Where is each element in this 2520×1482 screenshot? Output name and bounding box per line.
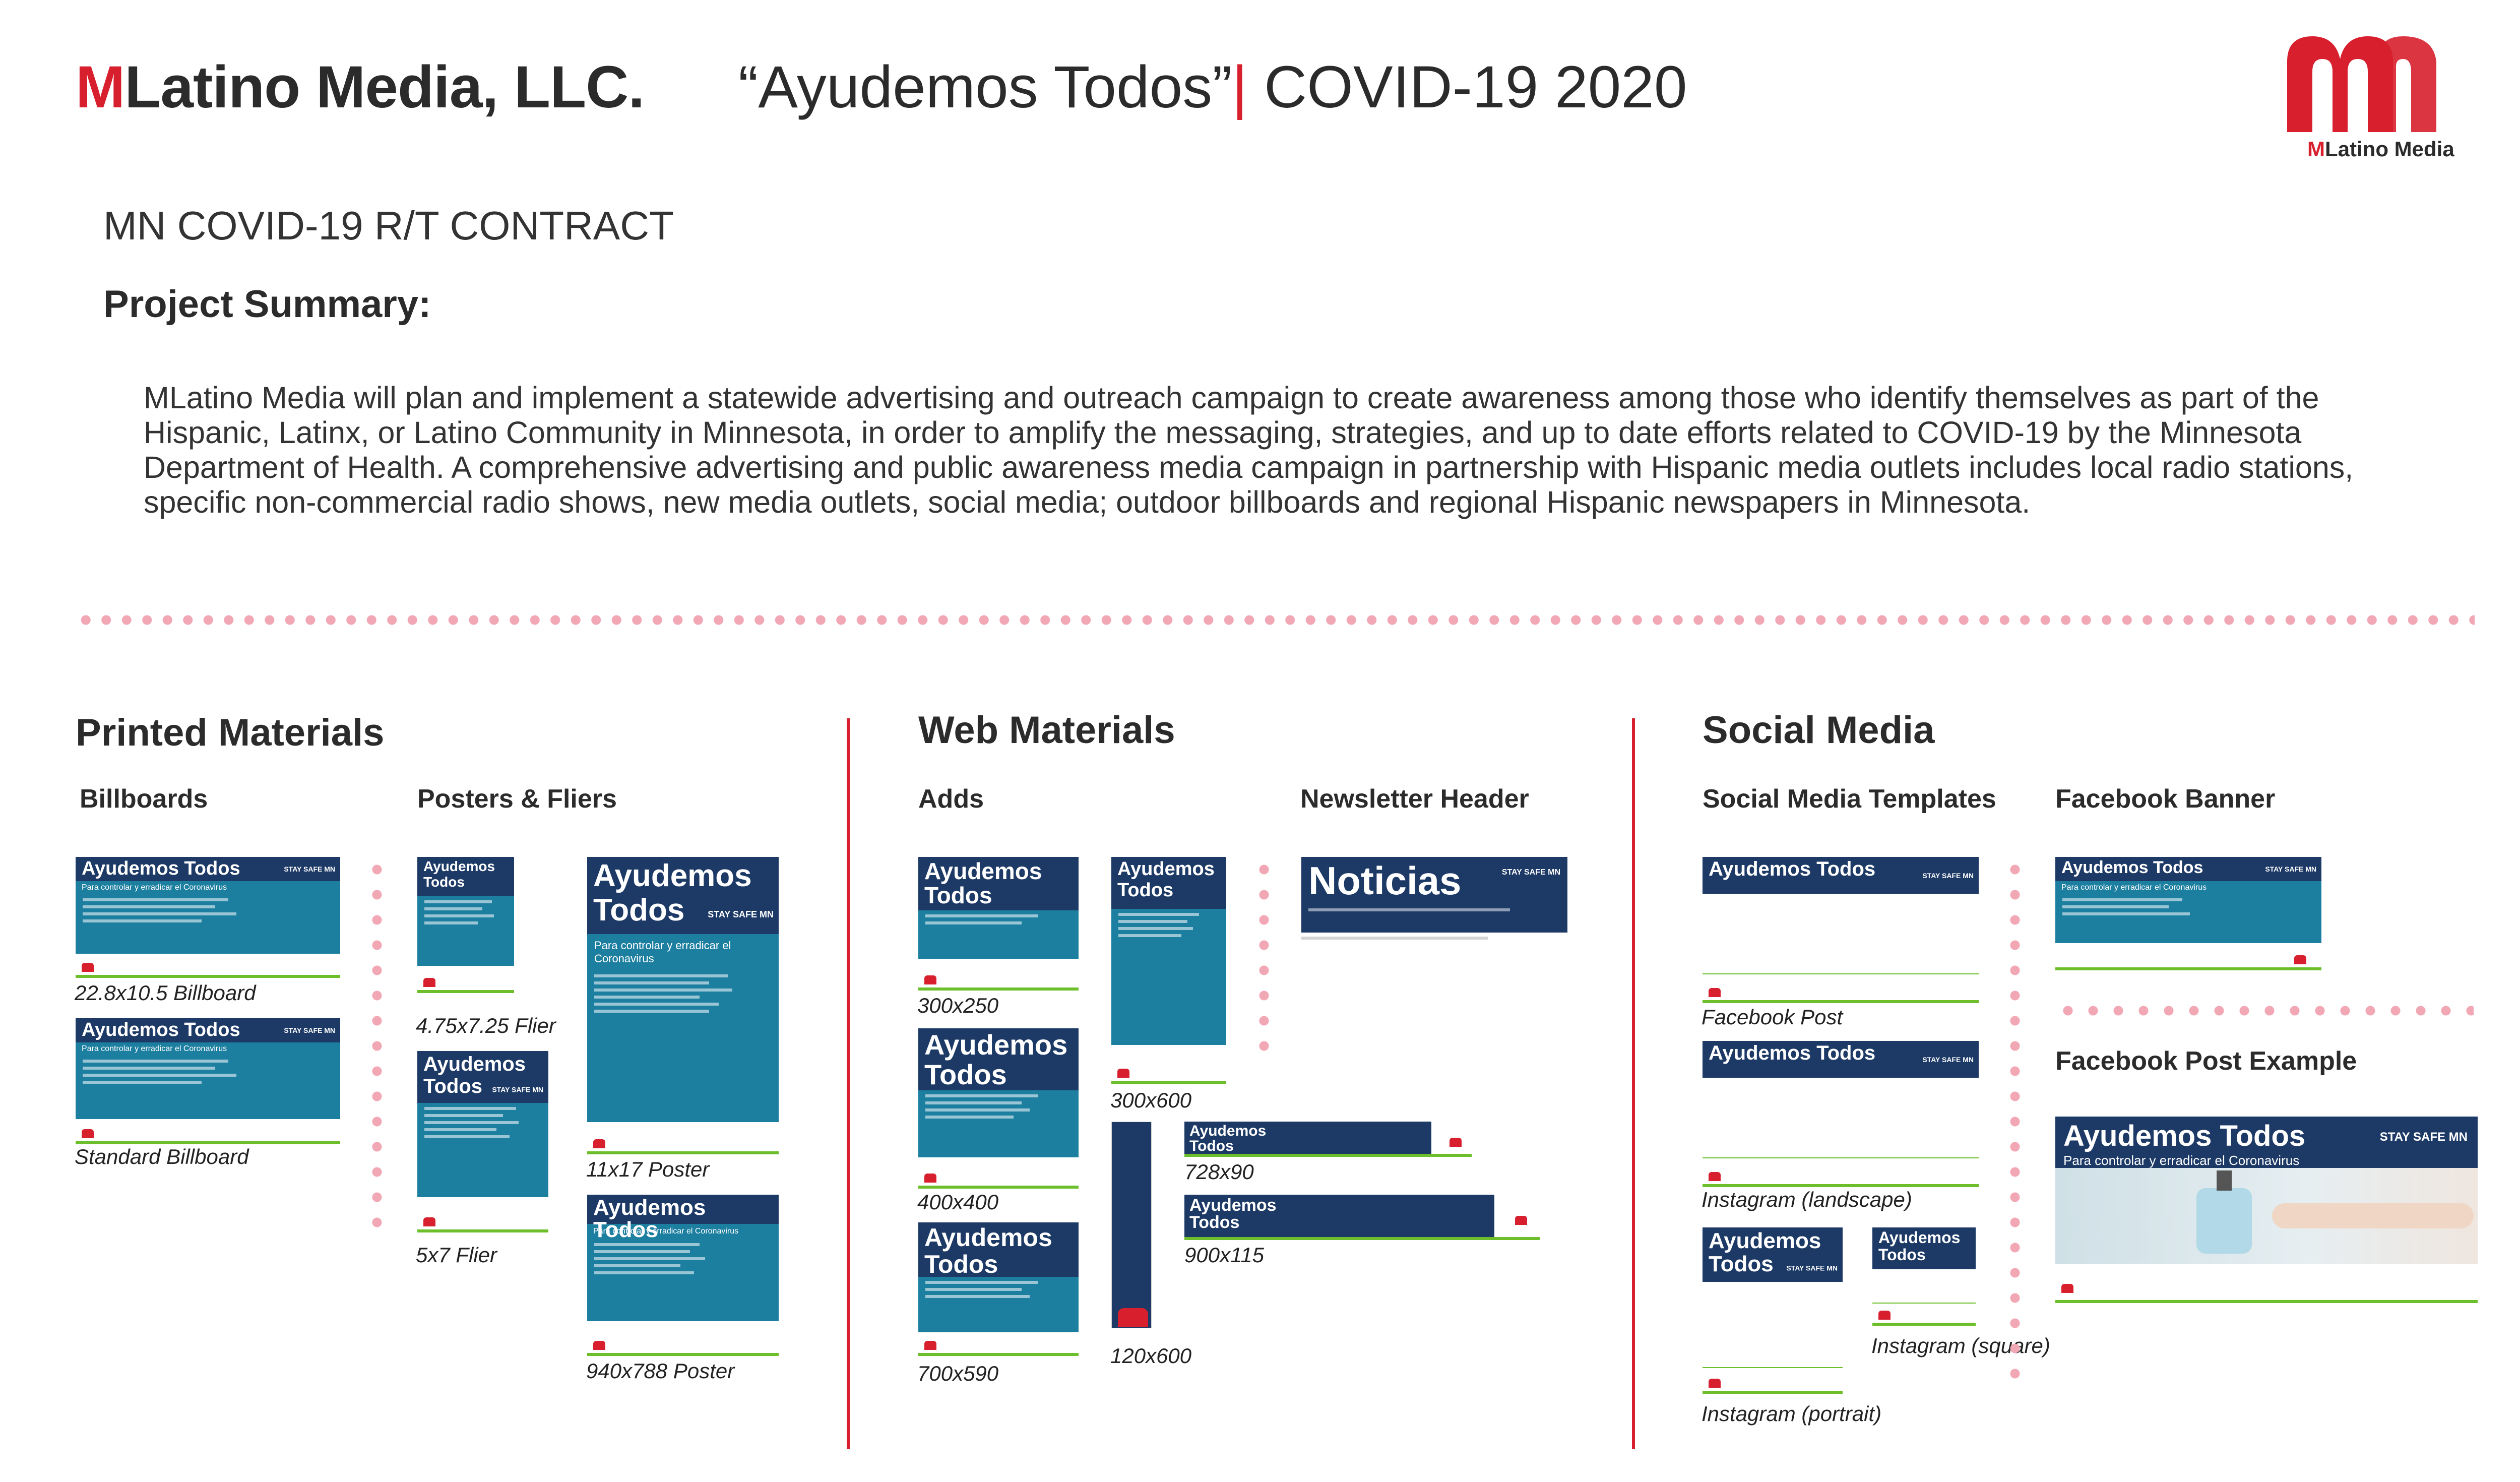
newsletter-header-thumb: Noticias STAY SAFE MN: [1301, 857, 1567, 953]
billboards-heading: Billboards: [80, 784, 208, 814]
sanitizer-bottle-icon: [2196, 1188, 2252, 1254]
caption-facebook-post: Facebook Post: [1702, 1005, 1843, 1029]
web-heading: Web Materials: [918, 709, 1175, 752]
ad-400x400-thumb: Ayudemos Todos: [918, 1028, 1079, 1189]
poster-940x788-thumb: Ayudemos Todos Para controlar y erradica…: [587, 1195, 779, 1356]
newsletter-title: Noticias: [1308, 858, 1462, 903]
flier-5x7-thumb: Ayudemos Todos STAY SAFE MN: [417, 1051, 548, 1232]
ad-728x90-thumb: Ayudemos Todos: [1184, 1122, 1472, 1157]
billboard-standard-thumb: Ayudemos Todos STAY SAFE MN Para controla…: [76, 1018, 340, 1144]
adds-heading: Adds: [918, 784, 984, 814]
hand-icon: [2272, 1203, 2474, 1228]
facebook-banner-thumb: Ayudemos Todos STAY SAFE MN Para controla…: [2055, 857, 2321, 970]
section-divider-dots: [76, 615, 2475, 625]
flier-475x725-thumb: Ayudemos Todos: [417, 857, 514, 993]
ad-900x115-thumb: Ayudemos Todos: [1184, 1195, 1540, 1240]
summary-body: MLatino Media will plan and implement a …: [144, 381, 2354, 519]
social-templates-heading: Social Media Templates: [1703, 784, 1996, 814]
social-heading: Social Media: [1703, 709, 1935, 752]
divider-red-2: [1632, 718, 1635, 1449]
caption-120x600: 120x600: [1110, 1344, 1192, 1368]
caption-flier-475: 4.75x7.25 Flier: [416, 1014, 556, 1037]
ad-700x590-thumb: Ayudemos Todos: [918, 1222, 1079, 1356]
printed-heading: Printed Materials: [76, 711, 385, 754]
skyscraper-logo-icon: [1118, 1308, 1148, 1327]
caption-400x400: 400x400: [917, 1190, 999, 1214]
caption-billboard-standard: Standard Billboard: [75, 1145, 249, 1168]
mlatino-logo-icon: [2287, 36, 2436, 132]
brand-title: MLatino Media, LLC.: [76, 54, 645, 120]
instagram-square-thumb: Ayudemos Todos: [1872, 1227, 1976, 1326]
instagram-portrait-thumb: Ayudemos Todos STAY SAFE MN: [1703, 1227, 1843, 1394]
facebook-post-example-thumb: Ayudemos Todos STAY SAFE MN Para controla…: [2055, 1117, 2478, 1303]
caption-instagram-landscape: Instagram (landscape): [1702, 1188, 1912, 1211]
caption-700x590: 700x590: [917, 1362, 999, 1385]
dots-printed-sep: [372, 857, 382, 1240]
billboard-22x10-thumb: Ayudemos Todos STAY SAFE MN Para controla…: [76, 857, 340, 978]
summary-heading: Project Summary:: [103, 283, 431, 326]
newsletter-heading: Newsletter Header: [1300, 784, 1529, 814]
poster-11x17-thumb: Ayudemos Todos STAY SAFE MN Para controlar…: [587, 857, 779, 1154]
dots-web-sep: [1259, 857, 1269, 1059]
caption-instagram-square: Instagram (square): [1871, 1334, 2050, 1357]
posters-heading: Posters & Fliers: [417, 784, 617, 814]
caption-728x90: 728x90: [1184, 1160, 1254, 1184]
caption-300x250: 300x250: [917, 994, 999, 1017]
dots-facebook-sep: [2055, 1006, 2474, 1016]
hand-sanitizer-photo: [2055, 1168, 2478, 1264]
campaign-title: “Ayudemos Todos”| COVID-19 2020: [738, 54, 1687, 120]
facebook-banner-heading: Facebook Banner: [2055, 784, 2276, 814]
facebook-post-template-thumb: Ayudemos Todos STAY SAFE MN: [1703, 857, 1979, 1003]
caption-instagram-portrait: Instagram (portrait): [1702, 1402, 1882, 1426]
ad-300x600-thumb: Ayudemos Todos: [1111, 857, 1226, 1084]
ad-120x600-thumb: [1111, 1122, 1152, 1328]
caption-900x115: 900x115: [1184, 1243, 1265, 1267]
instagram-landscape-thumb: Ayudemos Todos STAY SAFE MN: [1703, 1041, 1979, 1187]
caption-billboard-22x10: 22.8x10.5 Billboard: [75, 981, 256, 1005]
facebook-post-example-heading: Facebook Post Example: [2055, 1046, 2357, 1076]
contract-label: MN COVID-19 R/T CONTRACT: [103, 203, 674, 248]
mlatino-logo: MLatino Media: [2277, 31, 2454, 167]
pump-icon: [2217, 1170, 2232, 1191]
caption-poster-940: 940x788 Poster: [586, 1359, 735, 1383]
ad-300x250-thumb: Ayudemos Todos: [918, 857, 1079, 991]
caption-300x600: 300x600: [1110, 1088, 1192, 1112]
logo-wordmark: MLatino Media: [2307, 137, 2454, 161]
dots-social-sep: [2010, 857, 2020, 1386]
divider-red-1: [847, 718, 850, 1449]
caption-poster-11x17: 11x17 Poster: [586, 1157, 710, 1181]
caption-flier-5x7: 5x7 Flier: [416, 1243, 497, 1267]
